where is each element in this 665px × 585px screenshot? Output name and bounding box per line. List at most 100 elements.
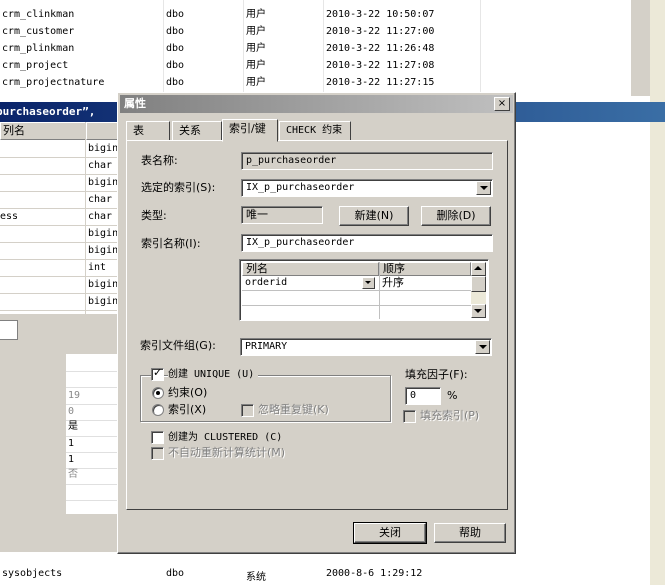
index-grid-scrollbar[interactable] xyxy=(471,262,486,318)
ignore-dup-checkbox[interactable] xyxy=(241,404,254,417)
index-column-value: orderid xyxy=(245,277,288,288)
window-edge xyxy=(650,0,665,585)
close-button[interactable]: 关闭 xyxy=(353,522,427,544)
table-row[interactable]: bigin xyxy=(0,175,120,192)
row-type: bigin xyxy=(88,177,119,188)
object-owner: dbo xyxy=(166,568,185,579)
object-type: 用户 xyxy=(246,43,266,54)
list-item[interactable]: crm_project dbo 用户 2010-3-22 11:27:08 xyxy=(0,57,630,74)
object-created: 2010-3-22 11:27:15 xyxy=(326,77,435,88)
object-created: 2010-3-22 10:50:07 xyxy=(326,9,435,20)
object-type: 用户 xyxy=(246,60,266,71)
list-item[interactable]: crm_plinkman dbo 用户 2010-3-22 11:26:48 xyxy=(0,40,630,57)
row-type: bigin xyxy=(88,245,119,256)
filegroup-value: PRIMARY xyxy=(245,341,288,352)
object-created: 2010-3-22 11:27:00 xyxy=(326,26,435,37)
constraint-radio[interactable] xyxy=(152,387,164,399)
table-row[interactable]: ess char xyxy=(0,209,120,226)
column-properties-tab[interactable] xyxy=(0,320,18,340)
object-type: 用户 xyxy=(246,26,266,37)
index-order-header[interactable]: 顺序 xyxy=(379,262,471,276)
scroll-thumb[interactable] xyxy=(471,276,486,292)
object-created: 2010-3-22 11:27:08 xyxy=(326,60,435,71)
column-type-header[interactable] xyxy=(86,122,120,140)
index-columns-grid: 列名 顺序 orderid 升序 xyxy=(239,259,489,321)
property-value[interactable]: 1 xyxy=(68,436,74,452)
list-item[interactable]: crm_customer dbo 用户 2010-3-22 11:27:00 xyxy=(0,23,630,40)
table-row[interactable]: bigin xyxy=(0,141,120,158)
row-type: char xyxy=(88,160,113,171)
tab-indexes-keys[interactable]: 索引/键 xyxy=(222,119,278,142)
property-value[interactable]: 否 xyxy=(68,467,78,483)
fill-factor-input[interactable]: 0 xyxy=(405,387,441,405)
create-unique-checkbox[interactable]: ✓ xyxy=(151,366,164,381)
table-row[interactable]: bigin xyxy=(0,226,120,243)
pad-index-checkbox[interactable] xyxy=(403,410,416,423)
column-grid: 列名 bigin char bigin char ess char bigin b… xyxy=(0,122,120,314)
scroll-down-icon[interactable] xyxy=(471,304,486,318)
list-scrollbar[interactable] xyxy=(630,0,650,96)
delete-index-button[interactable]: 删除(D) xyxy=(421,206,491,226)
type-label: 类型: xyxy=(141,209,167,222)
tab-relationships[interactable]: 关系 xyxy=(172,121,222,140)
table-row[interactable]: int xyxy=(0,260,120,277)
object-owner: dbo xyxy=(166,9,185,20)
index-column-empty-cell[interactable] xyxy=(242,291,379,306)
dialog-titlebar[interactable]: 属性 × xyxy=(120,95,513,113)
table-name-field: p_purchaseorder xyxy=(241,152,493,170)
scroll-up-icon[interactable] xyxy=(471,262,486,276)
index-column-cell[interactable]: orderid xyxy=(242,276,379,291)
row-type: bigin xyxy=(88,279,119,290)
index-column-header[interactable]: 列名 xyxy=(242,262,379,276)
table-row[interactable]: bigin xyxy=(0,243,120,260)
table-row[interactable]: char xyxy=(0,158,120,175)
help-button[interactable]: 帮助 xyxy=(434,523,506,543)
properties-dialog: 属性 × 表 关系 索引/键 CHECK 约束 表名称: p_purchaseo… xyxy=(117,92,516,554)
index-label: 索引(X) xyxy=(168,403,207,416)
tab-table[interactable]: 表 xyxy=(126,121,170,140)
new-index-button[interactable]: 新建(N) xyxy=(339,206,409,226)
row-type: char xyxy=(88,194,113,205)
filegroup-label: 索引文件组(G): xyxy=(140,339,216,352)
object-created: 2000-8-6 1:29:12 xyxy=(326,568,423,579)
chevron-down-icon[interactable] xyxy=(476,181,491,195)
table-row[interactable]: bigin xyxy=(0,277,120,294)
table-row[interactable]: char xyxy=(0,192,120,209)
design-window-title: purchaseorder”, xyxy=(0,105,96,118)
selected-index-combo[interactable]: IX_p_purchaseorder xyxy=(241,179,493,197)
row-type: bigin xyxy=(88,296,119,307)
property-value[interactable]: 是 xyxy=(68,419,78,435)
column-property-values: 19 0 是 1 1 否 xyxy=(66,354,120,514)
tab-check-constraints[interactable]: CHECK 约束 xyxy=(279,121,351,140)
chevron-down-icon[interactable] xyxy=(362,277,375,289)
table-name-label: 表名称: xyxy=(141,154,178,167)
chevron-down-icon[interactable] xyxy=(475,340,490,354)
object-name: crm_projectnature xyxy=(2,77,105,88)
index-order-empty-cell[interactable] xyxy=(379,291,471,306)
list-item[interactable]: crm_clinkman dbo 用户 2010-3-22 10:50:07 xyxy=(0,6,630,23)
close-icon[interactable]: × xyxy=(494,97,510,111)
property-value[interactable]: 1 xyxy=(68,452,74,468)
index-radio[interactable] xyxy=(152,404,164,416)
list-item[interactable]: sysobjects dbo 系统 2000-8-6 1:29:12 xyxy=(0,566,650,585)
object-name: crm_plinkman xyxy=(2,43,75,54)
clustered-checkbox[interactable] xyxy=(151,431,164,444)
selected-index-label: 选定的索引(S): xyxy=(141,181,216,194)
fill-factor-label: 填充因子(F): xyxy=(405,368,468,381)
constraint-label: 约束(O) xyxy=(168,386,208,399)
index-order-cell[interactable]: 升序 xyxy=(379,276,471,291)
dialog-title: 属性 xyxy=(124,97,146,110)
index-name-label: 索引名称(I): xyxy=(141,237,201,250)
index-name-input[interactable]: IX_p_purchaseorder xyxy=(241,234,493,252)
list-item[interactable]: crm_projectnature dbo 用户 2010-3-22 11:27… xyxy=(0,74,630,91)
table-row[interactable]: bigin xyxy=(0,294,120,311)
filegroup-combo[interactable]: PRIMARY xyxy=(240,338,492,356)
property-value[interactable]: 0 xyxy=(68,404,74,420)
property-value[interactable]: 19 xyxy=(68,388,80,404)
object-owner: dbo xyxy=(166,60,185,71)
no-recompute-checkbox[interactable] xyxy=(151,447,164,460)
column-name-header[interactable]: 列名 xyxy=(0,122,86,140)
object-created: 2010-3-22 11:26:48 xyxy=(326,43,435,54)
object-name: crm_clinkman xyxy=(2,9,75,20)
row-type: int xyxy=(88,262,107,273)
